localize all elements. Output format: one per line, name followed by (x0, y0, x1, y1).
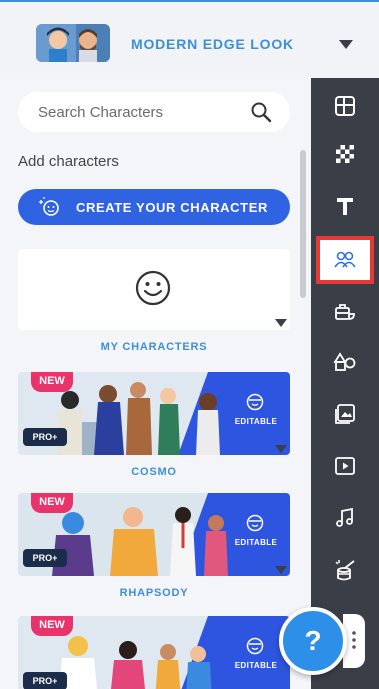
editable-label: EDITABLE (234, 417, 278, 426)
my-characters-card[interactable] (18, 249, 290, 330)
editable-face-icon (246, 637, 264, 655)
character-card-cosmo[interactable]: NEW PRO+ EDITABLE (18, 372, 290, 455)
search-box[interactable] (18, 92, 290, 132)
tool-effects[interactable] (320, 550, 370, 590)
character-face-icon (39, 197, 59, 216)
character-card-rhapsody[interactable]: NEW PRO+ EDITABLE (18, 493, 290, 576)
new-badge: NEW (31, 493, 73, 513)
tools-toolbar (311, 78, 379, 689)
characters-icon (334, 251, 356, 268)
tool-music[interactable] (320, 498, 370, 538)
look-header[interactable]: MODERN EDGE LOOK (0, 0, 379, 78)
pro-badge: PRO+ (23, 428, 67, 446)
card-title: COSMO (131, 466, 177, 478)
props-icon (335, 304, 355, 320)
tool-text[interactable] (320, 186, 370, 226)
text-icon (337, 198, 353, 215)
images-icon (335, 404, 355, 424)
tool-layout[interactable] (320, 86, 370, 126)
chevron-down-icon[interactable] (336, 36, 356, 52)
chevron-down-icon[interactable] (274, 565, 288, 575)
new-badge: NEW (31, 372, 73, 392)
pro-badge: PRO+ (23, 549, 67, 567)
look-thumbnail (36, 24, 110, 62)
shapes-icon (333, 352, 356, 371)
tool-props[interactable] (320, 292, 370, 332)
tool-background[interactable] (320, 134, 370, 174)
scrollbar[interactable] (300, 150, 306, 298)
chevron-down-icon[interactable] (274, 444, 288, 454)
editable-face-icon (246, 393, 264, 411)
new-badge: NEW (31, 616, 73, 636)
my-characters-label: MY CHARACTERS (100, 341, 208, 353)
pro-badge: PRO+ (23, 672, 67, 689)
layout-icon (335, 96, 355, 116)
tool-shapes[interactable] (320, 342, 370, 382)
characters-panel: Add characters CREATE YOUR CHARACTER MY … (0, 78, 311, 689)
tool-video[interactable] (320, 446, 370, 486)
video-icon (335, 457, 355, 475)
effects-icon (335, 560, 355, 581)
background-pattern-icon (336, 145, 354, 163)
tool-characters[interactable] (316, 236, 374, 284)
add-characters-label: Add characters (18, 153, 119, 170)
search-input[interactable] (38, 101, 238, 123)
create-character-button[interactable]: CREATE YOUR CHARACTER (18, 189, 290, 225)
card-title: RHAPSODY (119, 587, 189, 599)
search-icon[interactable] (250, 101, 272, 123)
character-card-3[interactable]: NEW PRO+ EDITABLE (18, 616, 290, 689)
editable-label: EDITABLE (234, 538, 278, 547)
look-title: MODERN EDGE LOOK (131, 36, 294, 52)
editable-face-icon (246, 514, 264, 532)
tool-images[interactable] (320, 394, 370, 434)
help-button[interactable]: ? (279, 607, 347, 675)
chevron-down-icon[interactable] (274, 318, 288, 328)
smiley-icon (135, 270, 171, 306)
create-button-label: CREATE YOUR CHARACTER (76, 200, 268, 215)
editable-label: EDITABLE (234, 661, 278, 670)
more-options-icon (352, 631, 356, 649)
music-icon (336, 507, 353, 527)
